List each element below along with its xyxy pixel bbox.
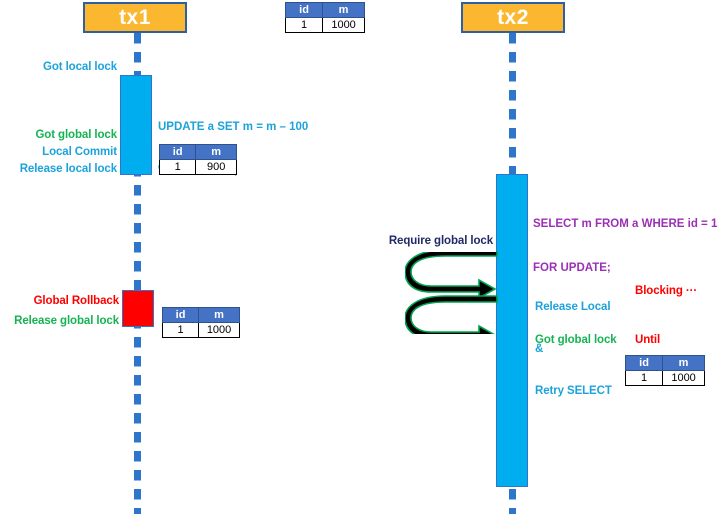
label-tx1-local-commit: Local Commit — [42, 146, 117, 158]
activation-bar-tx1-update[interactable] — [120, 75, 152, 175]
label-tx2-release-local-line1: Release Local — [535, 301, 611, 313]
table-header-row: id m — [284, 2, 365, 18]
activation-bar-tx1-rollback[interactable] — [122, 290, 154, 327]
table-tx2-select-result: id m 1 1000 — [624, 355, 705, 386]
label-tx1-got-global-lock: Got global lock — [35, 129, 117, 141]
table-after-rollback: id m 1 1000 — [161, 307, 240, 338]
table-col-id: id — [158, 144, 197, 160]
label-tx1-release-global-lock: Release global lock — [14, 315, 119, 327]
activation-bar-tx2-select[interactable] — [496, 174, 528, 487]
table-row: 1 900 — [158, 159, 237, 175]
label-tx1-release-local-lock: Release local lock — [19, 163, 117, 175]
table-cell-m: 1000 — [198, 322, 240, 338]
table-cell-m: 900 — [195, 159, 237, 175]
table-header-row: id m — [161, 307, 240, 323]
table-header-row: id m — [158, 144, 237, 160]
label-tx2-release-local-retry: Release Local & Retry SELECT — [535, 272, 612, 426]
sql-tx1-update-line1: UPDATE a SET m = m – 100 — [158, 121, 309, 133]
label-tx2-require-global-lock: Require global lock — [388, 235, 493, 247]
table-cell-m: 1000 — [322, 17, 365, 33]
table-col-m: m — [322, 2, 365, 18]
table-col-m: m — [198, 307, 240, 323]
table-row: 1 1000 — [284, 17, 365, 33]
retry-loop-arrows-icon — [405, 252, 498, 334]
label-tx2-release-local-line3: Retry SELECT — [535, 385, 612, 397]
sql-tx2-select-line1: SELECT m FROM a WHERE id = 1 — [533, 218, 718, 230]
table-cell-id: 1 — [284, 17, 324, 33]
label-tx2-got-global-lock: Got global lock — [535, 334, 617, 346]
table-col-m: m — [662, 355, 705, 371]
table-cell-id: 1 — [161, 322, 200, 338]
table-cell-m: 1000 — [662, 370, 705, 386]
table-header-row: id m — [624, 355, 705, 371]
table-row: 1 1000 — [624, 370, 705, 386]
table-col-id: id — [624, 355, 664, 371]
sequence-diagram-canvas: tx1 Got local lock Got global lock Local… — [0, 0, 724, 521]
table-cell-id: 1 — [158, 159, 197, 175]
table-initial-top: id m 1 1000 — [284, 2, 365, 33]
actor-label-tx1: tx1 — [119, 5, 151, 29]
label-tx2-until: Until — [635, 334, 661, 346]
table-row: 1 1000 — [161, 322, 240, 338]
table-after-update: id m 1 900 — [158, 144, 237, 175]
actor-box-tx2[interactable]: tx2 — [461, 2, 565, 33]
label-tx2-blocking: Blocking ··· — [635, 285, 698, 297]
actor-label-tx2: tx2 — [497, 5, 529, 29]
actor-box-tx1[interactable]: tx1 — [83, 2, 187, 33]
label-tx1-got-local-lock: Got local lock — [42, 61, 117, 73]
table-col-m: m — [195, 144, 237, 160]
table-col-id: id — [284, 2, 324, 18]
table-cell-id: 1 — [624, 370, 664, 386]
table-col-id: id — [161, 307, 200, 323]
label-tx1-global-rollback: Global Rollback — [33, 295, 120, 307]
